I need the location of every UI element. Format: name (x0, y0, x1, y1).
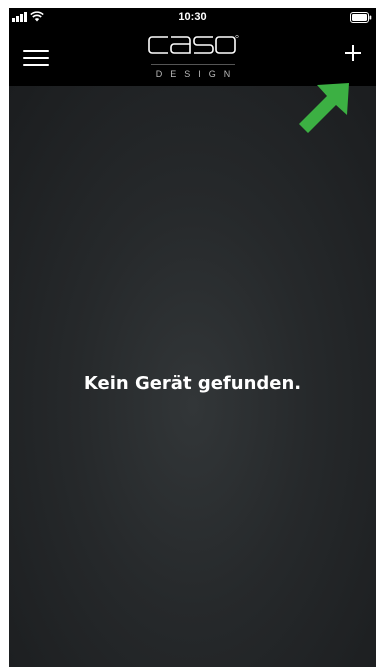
status-time: 10:30 (178, 11, 207, 23)
logo-divider (151, 64, 235, 65)
battery-icon (350, 12, 372, 23)
main-content: Kein Gerät gefunden. (9, 86, 376, 667)
menu-button[interactable] (23, 50, 49, 68)
empty-state-message: Kein Gerät gefunden. (83, 373, 302, 394)
page: 10:30 caso (0, 0, 376, 667)
app-screen: 10:30 caso (9, 8, 376, 667)
hamburger-menu-icon (23, 50, 49, 52)
green-arrow-icon (299, 83, 349, 133)
plus-icon (345, 45, 361, 61)
caso-design-logo: caso DESIGN (147, 34, 239, 82)
add-device-button[interactable] (338, 38, 368, 68)
logo-subtitle: DESIGN (155, 69, 239, 79)
caso-wordmark (148, 34, 239, 54)
status-bar: 10:30 (9, 8, 376, 28)
